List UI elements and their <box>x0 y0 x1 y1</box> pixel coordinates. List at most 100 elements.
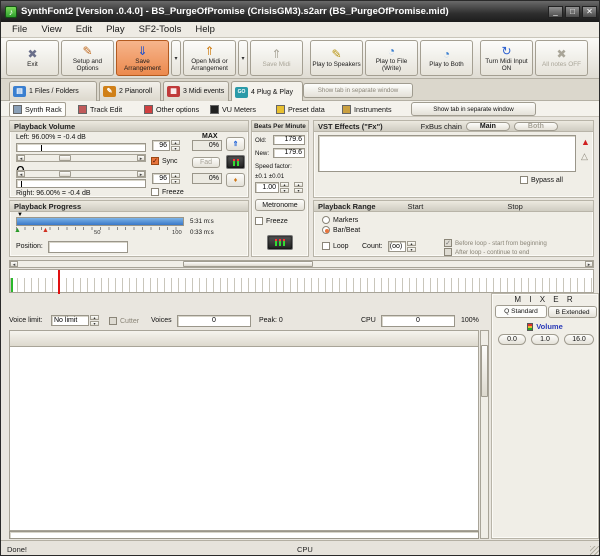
position-field[interactable] <box>48 241 128 253</box>
play-to-file-button[interactable]: ◔Play to File (Write) <box>365 40 418 76</box>
mixer-one-button[interactable]: 1.0 <box>531 334 559 345</box>
before-loop-checkbox[interactable]: ✓Before loop - start from beginning <box>444 239 547 247</box>
after-loop-checkbox[interactable]: After loop - continue to end <box>444 248 529 256</box>
radio-icon <box>322 216 330 224</box>
slider-right-arrow[interactable]: ▸ <box>137 171 145 177</box>
loop-checkbox[interactable]: Loop <box>322 242 349 250</box>
volume-freeze-checkbox[interactable]: Freeze <box>151 188 184 196</box>
overview-notes <box>10 278 592 292</box>
tab-files-folders[interactable]: ▤1 Files / Folders <box>9 81 97 101</box>
dropdown-arrow-icon[interactable]: ▾ <box>171 40 181 76</box>
bypass-all-checkbox[interactable]: Bypass all <box>520 176 563 184</box>
track-table-header <box>9 330 479 347</box>
overview-scrollbar[interactable]: ◂▸ <box>9 260 594 268</box>
menu-help[interactable]: Help <box>188 24 222 35</box>
barbeat-radio[interactable]: Bar/Beat <box>322 226 360 234</box>
move-effect-down-icon[interactable]: △ <box>581 151 588 162</box>
play-to-speakers-button[interactable]: ✎Play to Speakers <box>310 40 363 76</box>
bpm-new-field[interactable]: 179.6 <box>273 148 305 158</box>
subtab-other-options[interactable]: Other options <box>141 102 202 117</box>
open-midi-or-arrangement-button[interactable]: ⇑Open Midi or Arrangement <box>183 40 236 76</box>
output-routing-button[interactable]: ♦ <box>226 173 245 187</box>
slider-left-arrow[interactable]: ◂ <box>17 155 25 161</box>
spin-down-icon[interactable]: ▾ <box>171 179 180 184</box>
voice-limit-select[interactable]: No limit▴▾ <box>51 315 99 326</box>
play-to-both-button[interactable]: ◔Play to Both <box>420 40 473 76</box>
subtab-label: Instruments <box>354 105 392 114</box>
resize-grip-icon[interactable] <box>590 546 600 556</box>
tab-plug-and-play[interactable]: GO4 Plug & Play <box>231 81 303 102</box>
subtab-instruments[interactable]: Instruments <box>339 102 395 117</box>
dropdown-arrow-icon[interactable]: ▾ <box>238 40 248 76</box>
bpm-vu-button[interactable] <box>267 235 293 250</box>
song-overview[interactable] <box>9 269 594 293</box>
sync-checkbox[interactable]: ✓Sync <box>151 157 178 165</box>
save-arrangement-button[interactable]: ⇓Save Arrangement <box>116 40 169 76</box>
mixer-tab-standard[interactable]: Q Standard <box>495 305 547 318</box>
left-volume-spinner[interactable]: 96▴▾ <box>152 140 180 151</box>
table-vscrollbar[interactable] <box>480 330 489 539</box>
vu-display-button[interactable] <box>226 155 245 169</box>
mixer-tab-extended[interactable]: B Extended <box>548 306 597 318</box>
right-volume-spinner[interactable]: 96▴▾ <box>152 173 180 184</box>
setup-and-options-button[interactable]: ✎Setup and Options <box>61 40 114 76</box>
menu-edit[interactable]: Edit <box>69 24 99 35</box>
subtab-preset-data[interactable]: Preset data <box>273 102 328 117</box>
cutter-checkbox[interactable]: Cutter <box>109 317 139 325</box>
metronome-button[interactable]: Metronome <box>255 199 305 211</box>
spin-up-icon[interactable]: ▴ <box>171 173 180 178</box>
menu-view[interactable]: View <box>34 24 68 35</box>
progress-bar[interactable] <box>16 217 184 226</box>
fxbus-main-button[interactable]: Main <box>466 122 510 131</box>
show-separate-window-button-top[interactable]: Show tab in separate window <box>303 83 413 98</box>
scroll-left-icon[interactable]: ◂ <box>10 261 18 267</box>
menu-play[interactable]: Play <box>99 24 131 35</box>
playback-volume-title: Playback Volume <box>10 121 248 132</box>
ruler-50: 50 <box>94 230 100 236</box>
fxbus-both-button[interactable]: Both <box>514 122 558 131</box>
slider-right-arrow[interactable]: ▸ <box>137 155 145 161</box>
bypass-check-icon <box>520 176 528 184</box>
vst-effects-list[interactable] <box>318 135 576 172</box>
minimize-button[interactable]: _ <box>548 6 563 18</box>
fad-button[interactable]: Fad <box>192 157 220 168</box>
loop-count-spinner[interactable]: (oo)▴▾ <box>388 241 416 252</box>
all-notes-off-button[interactable]: ✖All notes OFF <box>535 40 588 76</box>
progress-ruler[interactable]: ▲ ▲ 50 100 <box>16 227 184 237</box>
speed-factor-spinner[interactable]: 1.00▴▾ <box>255 182 289 193</box>
mixer-zero-button[interactable]: 0.0 <box>498 334 526 345</box>
tab-midi-events[interactable]: ▦3 Midi events <box>163 81 229 101</box>
volume-up-button[interactable]: ⇑ <box>226 137 245 151</box>
subtab-label: Synth Rack <box>25 105 62 114</box>
spin-down-icon[interactable]: ▾ <box>171 146 180 151</box>
right-volume-slider[interactable]: ◂▸ <box>16 170 146 178</box>
speed-factor-fine-spinner[interactable]: ▴▾ <box>294 182 303 193</box>
show-separate-window-button[interactable]: Show tab in separate window <box>411 102 536 116</box>
markers-radio[interactable]: Markers <box>322 216 358 224</box>
subtab-vu-meters[interactable]: VU Meters <box>207 102 259 117</box>
playback-progress-title: Playback Progress <box>10 201 248 212</box>
maximize-button[interactable]: □ <box>565 6 580 18</box>
playhead[interactable] <box>58 270 60 294</box>
start-marker-icon[interactable]: ▲ <box>14 227 21 234</box>
move-effect-up-icon[interactable]: ▲ <box>581 137 590 147</box>
mixer-sixteen-button[interactable]: 16.0 <box>564 334 594 345</box>
bpm-freeze-checkbox[interactable]: Freeze <box>255 217 288 225</box>
playback-range-title: Playback Range <box>318 202 376 210</box>
save-midi-button[interactable]: ⇑Save Midi <box>250 40 303 76</box>
menu-file[interactable]: File <box>5 24 34 35</box>
scroll-right-icon[interactable]: ▸ <box>585 261 593 267</box>
tab-pianoroll[interactable]: ✎2 Pianoroll <box>99 81 161 101</box>
mixer-volume-header: Volume <box>492 322 598 331</box>
spin-up-icon[interactable]: ▴ <box>171 140 180 145</box>
loop-marker-icon[interactable]: ▲ <box>42 227 49 234</box>
toolbar-separator <box>475 40 478 76</box>
close-button[interactable]: ✕ <box>582 6 597 18</box>
exit-button[interactable]: ✖Exit <box>6 40 59 76</box>
left-volume-slider[interactable]: ◂▸ <box>16 154 146 162</box>
subtab-track-edit[interactable]: Track Edit <box>75 102 125 117</box>
slider-left-arrow[interactable]: ◂ <box>17 171 25 177</box>
subtab-synth-rack[interactable]: Synth Rack <box>9 102 66 117</box>
menu-sf2-tools[interactable]: SF2-Tools <box>132 24 189 35</box>
turn-midi-input-on-button[interactable]: ↻Turn Midi Input ON <box>480 40 533 76</box>
